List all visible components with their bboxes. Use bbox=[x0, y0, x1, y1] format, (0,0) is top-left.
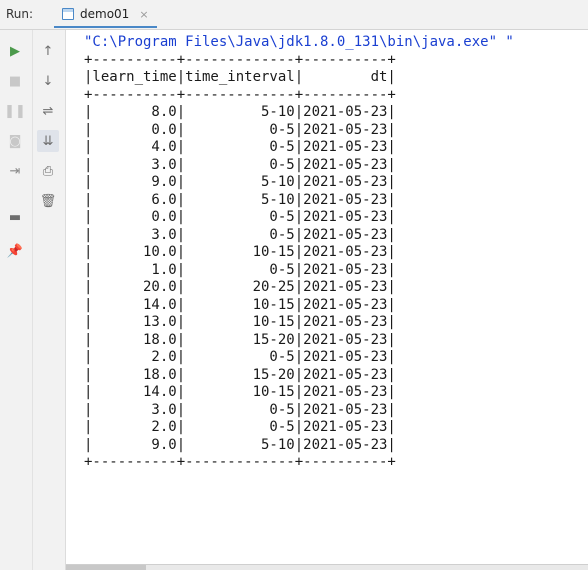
table-row: | 3.0| 0-5|2021-05-23| bbox=[84, 156, 396, 173]
stop-icon[interactable]: ■ bbox=[4, 70, 26, 92]
table-row: | 13.0| 10-15|2021-05-23| bbox=[84, 314, 396, 330]
table-separator: +----------+-------------+----------+ bbox=[84, 454, 396, 470]
soft-wrap-icon[interactable]: ⇌ bbox=[37, 100, 59, 122]
play-icon[interactable]: ▶ bbox=[4, 40, 26, 62]
table-row: | 6.0| 5-10|2021-05-23| bbox=[84, 191, 396, 208]
login-icon[interactable]: ⇥ bbox=[4, 160, 26, 182]
print-icon[interactable]: ⎙ bbox=[37, 160, 59, 182]
run-label: Run: bbox=[6, 7, 34, 21]
table-row: | 14.0| 10-15|2021-05-23| bbox=[84, 296, 396, 313]
trash-icon[interactable]: 🗑 bbox=[37, 190, 59, 212]
arrow-up-icon[interactable]: ↑ bbox=[37, 40, 59, 62]
scroll-to-end-icon[interactable]: ⇊ bbox=[37, 130, 59, 152]
table-row: | 18.0| 15-20|2021-05-23| bbox=[84, 331, 396, 348]
table-row: | 18.0| 15-20|2021-05-23| bbox=[84, 366, 396, 383]
table-row: | 1.0| 0-5|2021-05-23| bbox=[84, 261, 396, 278]
table-separator: +----------+-------------+----------+ bbox=[84, 86, 396, 103]
pause-icon[interactable]: ❚❚ bbox=[4, 100, 26, 122]
table-row: | 3.0| 0-5|2021-05-23| bbox=[84, 226, 396, 243]
scrollbar-thumb[interactable] bbox=[66, 565, 146, 570]
layout-icon[interactable]: ▬ bbox=[4, 206, 26, 228]
run-config-icon bbox=[62, 8, 74, 20]
table-row: | 9.0| 5-10|2021-05-23| bbox=[84, 174, 396, 190]
table-row: | 0.0| 0-5|2021-05-23| bbox=[84, 121, 396, 138]
table-row: | 10.0| 10-15|2021-05-23| bbox=[84, 244, 396, 260]
pin-icon[interactable]: 📌 bbox=[4, 240, 26, 262]
tab-label: demo01 bbox=[80, 7, 130, 21]
camera-icon[interactable]: ◙ bbox=[4, 130, 26, 152]
table-row: | 9.0| 5-10|2021-05-23| bbox=[84, 436, 396, 453]
console-command-line: "C:\Program Files\Java\jdk1.8.0_131\bin\… bbox=[84, 34, 514, 50]
arrow-down-icon[interactable]: ↓ bbox=[37, 70, 59, 92]
run-toolwindow-header: Run: demo01 × bbox=[0, 0, 588, 30]
run-toolbar-right: ↑ ↓ ⇌ ⇊ ⎙ 🗑 bbox=[32, 30, 66, 570]
table-row: | 4.0| 0-5|2021-05-23| bbox=[84, 139, 396, 155]
table-row: | 8.0| 5-10|2021-05-23| bbox=[84, 104, 396, 120]
table-row: | 2.0| 0-5|2021-05-23| bbox=[84, 419, 396, 435]
console-output[interactable]: "C:\Program Files\Java\jdk1.8.0_131\bin\… bbox=[84, 34, 588, 472]
table-row: | 20.0| 20-25|2021-05-23| bbox=[84, 279, 396, 295]
table-row: | 2.0| 0-5|2021-05-23| bbox=[84, 349, 396, 365]
table-separator: +----------+-------------+----------+ bbox=[84, 51, 396, 68]
table-row: | 3.0| 0-5|2021-05-23| bbox=[84, 401, 396, 418]
table-row: | 0.0| 0-5|2021-05-23| bbox=[84, 209, 396, 225]
close-icon[interactable]: × bbox=[139, 8, 148, 21]
table-row: | 14.0| 10-15|2021-05-23| bbox=[84, 384, 396, 400]
table-header: |learn_time|time_interval| dt| bbox=[84, 69, 396, 85]
tab-demo01[interactable]: demo01 × bbox=[54, 2, 157, 28]
run-toolbar: ▶ ■ ❚❚ ◙ ⇥ ▬ 📌 ↑ ↓ ⇌ ⇊ ⎙ 🗑 bbox=[0, 30, 66, 570]
run-toolbar-left: ▶ ■ ❚❚ ◙ ⇥ ▬ 📌 bbox=[0, 30, 32, 570]
horizontal-scrollbar[interactable] bbox=[66, 564, 588, 570]
